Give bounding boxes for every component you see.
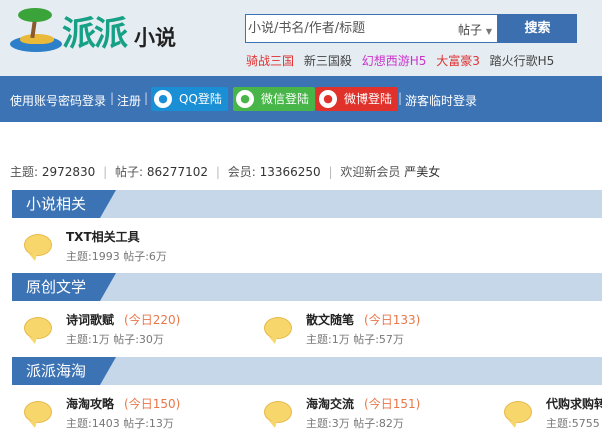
forum-bubble-icon [24,401,52,428]
qq-penguin-icon: ● [154,90,172,108]
password-login-link[interactable]: 使用账号密码登录 [10,92,106,109]
logo-title: 派派 [62,14,128,54]
logo-subtitle: 小说 [134,26,176,50]
topics-count: 2972830 [41,165,96,179]
search-type-select[interactable]: 帖子 ▼ [458,21,492,38]
weibo-login-label: 微博登陆 [344,92,393,106]
sand-icon [20,34,54,44]
forum-name-text: 散文随笔 [306,313,355,327]
section-body: TXT相关工具 主题:1993 帖子:6万 [12,218,602,270]
welcome-label: 欢迎新会员 [340,165,401,179]
weibo-icon: ● [319,90,337,108]
login-bar: 使用账号密码登录 | 注册 | ● QQ登陆 ● 微信登陆 ● 微博登陆 | 游… [0,76,602,122]
divider: | [110,91,115,105]
section-title[interactable]: 小说相关 [12,190,116,218]
forum-item: 代购求购转 主题:5755 [504,395,602,429]
posts-label: 帖子: [115,165,144,179]
hot-link[interactable]: 踏火行歌H5 [490,54,555,68]
forum-meta: 主题:5755 [546,417,600,429]
search-input[interactable] [248,21,448,36]
members-count: 13366250 [259,165,321,179]
wechat-icon: ● [236,90,254,108]
forum-name[interactable]: 海淘交流 (今日151) [306,395,420,412]
forum-today-count: (今日150) [124,397,181,411]
forum-name[interactable]: 诗词歌赋 (今日220) [66,311,180,328]
site-logo[interactable]: 派派 小说 [6,4,176,58]
search-bar: 帖子 ▼ 搜索 [245,14,577,43]
section-header: 派派海淘 [12,357,602,385]
forum-meta: 主题:3万 帖子:82万 [306,417,404,429]
forum-bubble-icon [24,234,52,261]
section-body: 海淘攻略 (今日150) 主题:1403 帖子:13万 海淘交流 (今日151) 主… [12,385,602,429]
forum-bubble-icon [264,401,292,428]
hot-links: 骑战三国 新三国殺 幻想西游H5 大富豪3 踏火行歌H5 [246,52,560,69]
forum-name-text: 海淘攻略 [66,397,115,411]
register-link[interactable]: 注册 [117,92,141,109]
forum-meta: 主题:1993 帖子:6万 [66,250,167,263]
posts-count: 86277102 [146,165,208,179]
forum-today-count: (今日133) [364,313,421,327]
hot-link[interactable]: 大富豪3 [436,54,480,68]
header: 派派 小说 帖子 ▼ 搜索 骑战三国 新三国殺 幻想西游H5 大富豪3 踏火行歌… [0,0,602,76]
site-stats: 主题: 2972830 | 帖子: 86277102 | 会员: 1336625… [10,163,440,180]
section-header: 原创文学 [12,273,602,301]
section-title[interactable]: 原创文学 [12,273,116,301]
divider: | [328,165,333,179]
forum-name[interactable]: 海淘攻略 (今日150) [66,395,180,412]
chevron-down-icon: ▼ [485,27,492,36]
forum-meta: 主题:1万 帖子:57万 [306,333,404,346]
forum-bubble-icon [504,401,532,428]
section-header: 小说相关 [12,190,602,218]
forum-meta: 主题:1403 帖子:13万 [66,417,174,429]
qq-login-button[interactable]: ● QQ登陆 [151,87,228,111]
forum-name-text: 海淘交流 [306,397,355,411]
forum-name-text: 诗词歌赋 [66,313,115,327]
qq-login-label: QQ登陆 [179,92,222,106]
palm-leaves-icon [18,8,52,22]
hot-link[interactable]: 骑战三国 [246,54,294,68]
members-label: 会员: [227,165,256,179]
divider: | [215,165,220,179]
hot-link[interactable]: 新三国殺 [304,54,352,68]
hot-link[interactable]: 幻想西游H5 [362,54,427,68]
forum-meta: 主题:1万 帖子:30万 [66,333,164,346]
search-button[interactable]: 搜索 [498,14,577,43]
divider: | [144,91,149,105]
forum-bubble-icon [264,317,292,344]
forum-today-count: (今日151) [364,397,421,411]
forum-name[interactable]: TXT相关工具 [66,228,140,245]
newest-member-link[interactable]: 严美女 [404,165,440,179]
forum-name[interactable]: 散文随笔 (今日133) [306,311,420,328]
wechat-login-label: 微信登陆 [261,92,310,106]
section-body: 诗词歌赋 (今日220) 主题:1万 帖子:30万 散文随笔 (今日133) 主题:… [12,301,602,353]
forum-name[interactable]: 代购求购转 [546,395,602,412]
search-box: 帖子 ▼ [245,14,498,43]
divider: | [103,165,108,179]
divider: | [398,91,403,105]
forum-today-count: (今日220) [124,313,181,327]
wechat-login-button[interactable]: ● 微信登陆 [233,87,316,111]
guest-login-link[interactable]: 游客临时登录 [405,92,477,109]
weibo-login-button[interactable]: ● 微博登陆 [316,87,399,111]
topics-label: 主题: [10,165,39,179]
search-type-label: 帖子 [458,23,483,37]
forum-bubble-icon [24,317,52,344]
section-title[interactable]: 派派海淘 [12,357,116,385]
